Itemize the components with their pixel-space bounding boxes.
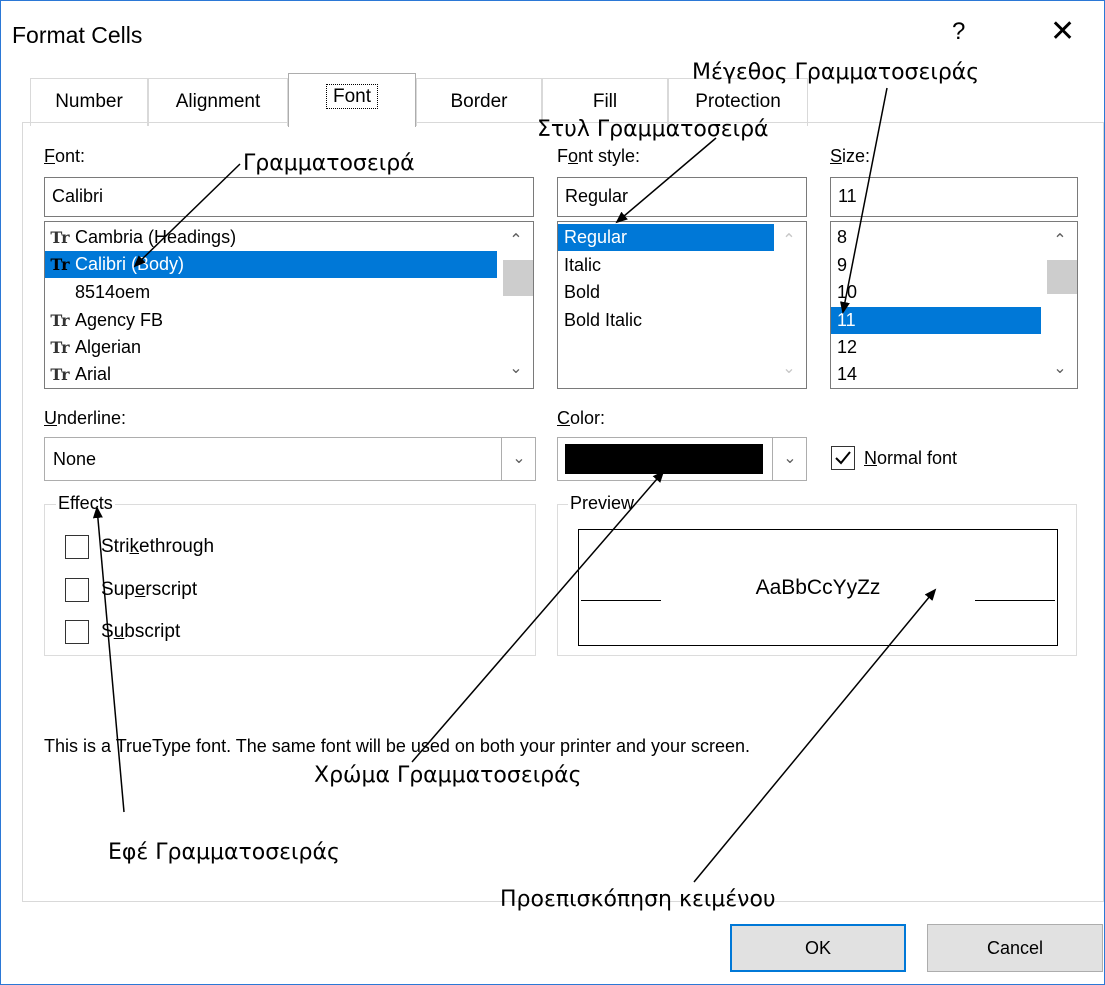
superscript-label: Superscript	[101, 579, 198, 600]
preview-box: AaBbCcYyZz	[578, 529, 1058, 646]
truetype-icon: Tr	[50, 365, 70, 384]
size-list-scrollbar[interactable]: ⌃ ⌄	[1043, 222, 1077, 388]
scroll-down-icon[interactable]: ⌄	[499, 358, 533, 378]
size-item[interactable]: 10	[831, 279, 857, 306]
annotation-size: Μέγεθος Γραμματοσειράς	[692, 60, 980, 85]
font-style-item[interactable]: Bold	[558, 279, 600, 306]
tab-alignment[interactable]: Alignment	[148, 78, 288, 126]
checkmark-icon	[835, 451, 851, 465]
font-style-input[interactable]: Regular	[557, 177, 807, 217]
scroll-down-icon: ⌄	[782, 360, 796, 377]
size-item[interactable]: 12	[831, 334, 857, 361]
tab-border[interactable]: Border	[416, 78, 542, 126]
superscript-checkbox[interactable]	[65, 578, 89, 602]
size-item[interactable]: 14	[831, 361, 857, 388]
chevron-down-icon[interactable]: ⌄	[501, 438, 536, 480]
font-style-item[interactable]: Bold Italic	[558, 307, 642, 334]
ok-button[interactable]: OK	[730, 924, 906, 972]
font-list-item[interactable]: Tr Agency FB	[45, 307, 501, 334]
preview-baseline-right	[975, 600, 1055, 601]
truetype-icon: Tr	[50, 311, 70, 330]
font-list-item-selected[interactable]: Tr Calibri (Body)	[45, 251, 497, 278]
size-item-selected[interactable]: 11	[831, 307, 1041, 334]
font-style-label: Font style:	[557, 146, 641, 166]
color-swatch	[565, 444, 763, 474]
underline-label: Underline:	[44, 408, 127, 428]
annotation-color: Χρώμα Γραμματοσειράς	[314, 763, 582, 788]
tab-number[interactable]: Number	[30, 78, 148, 126]
font-input[interactable]: Calibri	[44, 177, 534, 217]
help-button[interactable]: ?	[952, 18, 965, 46]
subscript-checkbox[interactable]	[65, 620, 89, 644]
font-list-item[interactable]: 8514oem	[45, 279, 501, 306]
annotation-font: Γραμματοσειρά	[243, 151, 415, 176]
font-style-list[interactable]: Regular Italic Bold Bold Italic ⌃ ⌄	[557, 221, 807, 389]
annotation-effects: Εφέ Γραμματοσειράς	[108, 840, 340, 865]
cancel-button[interactable]: Cancel	[927, 924, 1103, 972]
subscript-label: Subscript	[101, 621, 181, 642]
underline-select[interactable]: None ⌄	[44, 437, 536, 481]
preview-label: Preview	[568, 493, 637, 514]
font-list-item[interactable]: Tr Algerian	[45, 334, 501, 361]
annotation-font-style: Στυλ Γραμματοσειρά	[537, 117, 769, 142]
size-input[interactable]: 11	[830, 177, 1078, 217]
font-list-item[interactable]: Tr Cambria (Headings)	[45, 224, 501, 251]
scroll-down-icon[interactable]: ⌄	[1043, 358, 1077, 378]
size-label: Size:	[830, 146, 871, 166]
scroll-thumb[interactable]	[503, 260, 533, 296]
strikethrough-label: Strikethrough	[101, 536, 215, 557]
font-style-item[interactable]: Italic	[558, 252, 601, 279]
font-list-item[interactable]: Tr Arial	[45, 361, 501, 388]
color-label: Color:	[557, 408, 606, 428]
tab-font[interactable]: Font	[288, 73, 416, 127]
close-button[interactable]: ✕	[1050, 14, 1075, 49]
font-style-scrollbar: ⌃ ⌄	[772, 222, 806, 388]
dialog-title: Format Cells	[12, 22, 143, 48]
truetype-icon: Tr	[50, 228, 70, 247]
effects-label: Effects	[56, 493, 115, 514]
font-list-scrollbar[interactable]: ⌃ ⌄	[499, 222, 533, 388]
normal-font-label: Normal font	[864, 448, 958, 468]
scroll-up-icon[interactable]: ⌃	[1043, 230, 1077, 250]
scroll-up-icon: ⌃	[782, 232, 796, 249]
truetype-info-text: This is a TrueType font. The same font w…	[44, 736, 751, 756]
normal-font-checkbox[interactable]	[831, 446, 855, 470]
size-item[interactable]: 8	[831, 224, 847, 251]
strikethrough-checkbox[interactable]	[65, 535, 89, 559]
size-list[interactable]: 8 9 10 11 12 14 ⌃ ⌄	[830, 221, 1078, 389]
font-style-item-selected[interactable]: Regular	[558, 224, 774, 251]
scroll-up-icon[interactable]: ⌃	[499, 230, 533, 250]
preview-sample-text: AaBbCcYyZz	[755, 576, 881, 599]
font-list[interactable]: Tr Cambria (Headings) Tr Calibri (Body) 85…	[44, 221, 534, 389]
font-label: Font:	[44, 146, 86, 166]
underline-value: None	[53, 449, 97, 469]
truetype-icon: Tr	[50, 338, 70, 357]
truetype-icon: Tr	[50, 255, 70, 274]
chevron-down-icon[interactable]: ⌄	[772, 438, 807, 480]
annotation-preview: Προεπισκόπηση κειμένου	[500, 887, 776, 912]
preview-baseline-left	[581, 600, 661, 601]
size-item[interactable]: 9	[831, 252, 847, 279]
scroll-thumb[interactable]	[1047, 260, 1077, 294]
color-select[interactable]: ⌄	[557, 437, 807, 481]
